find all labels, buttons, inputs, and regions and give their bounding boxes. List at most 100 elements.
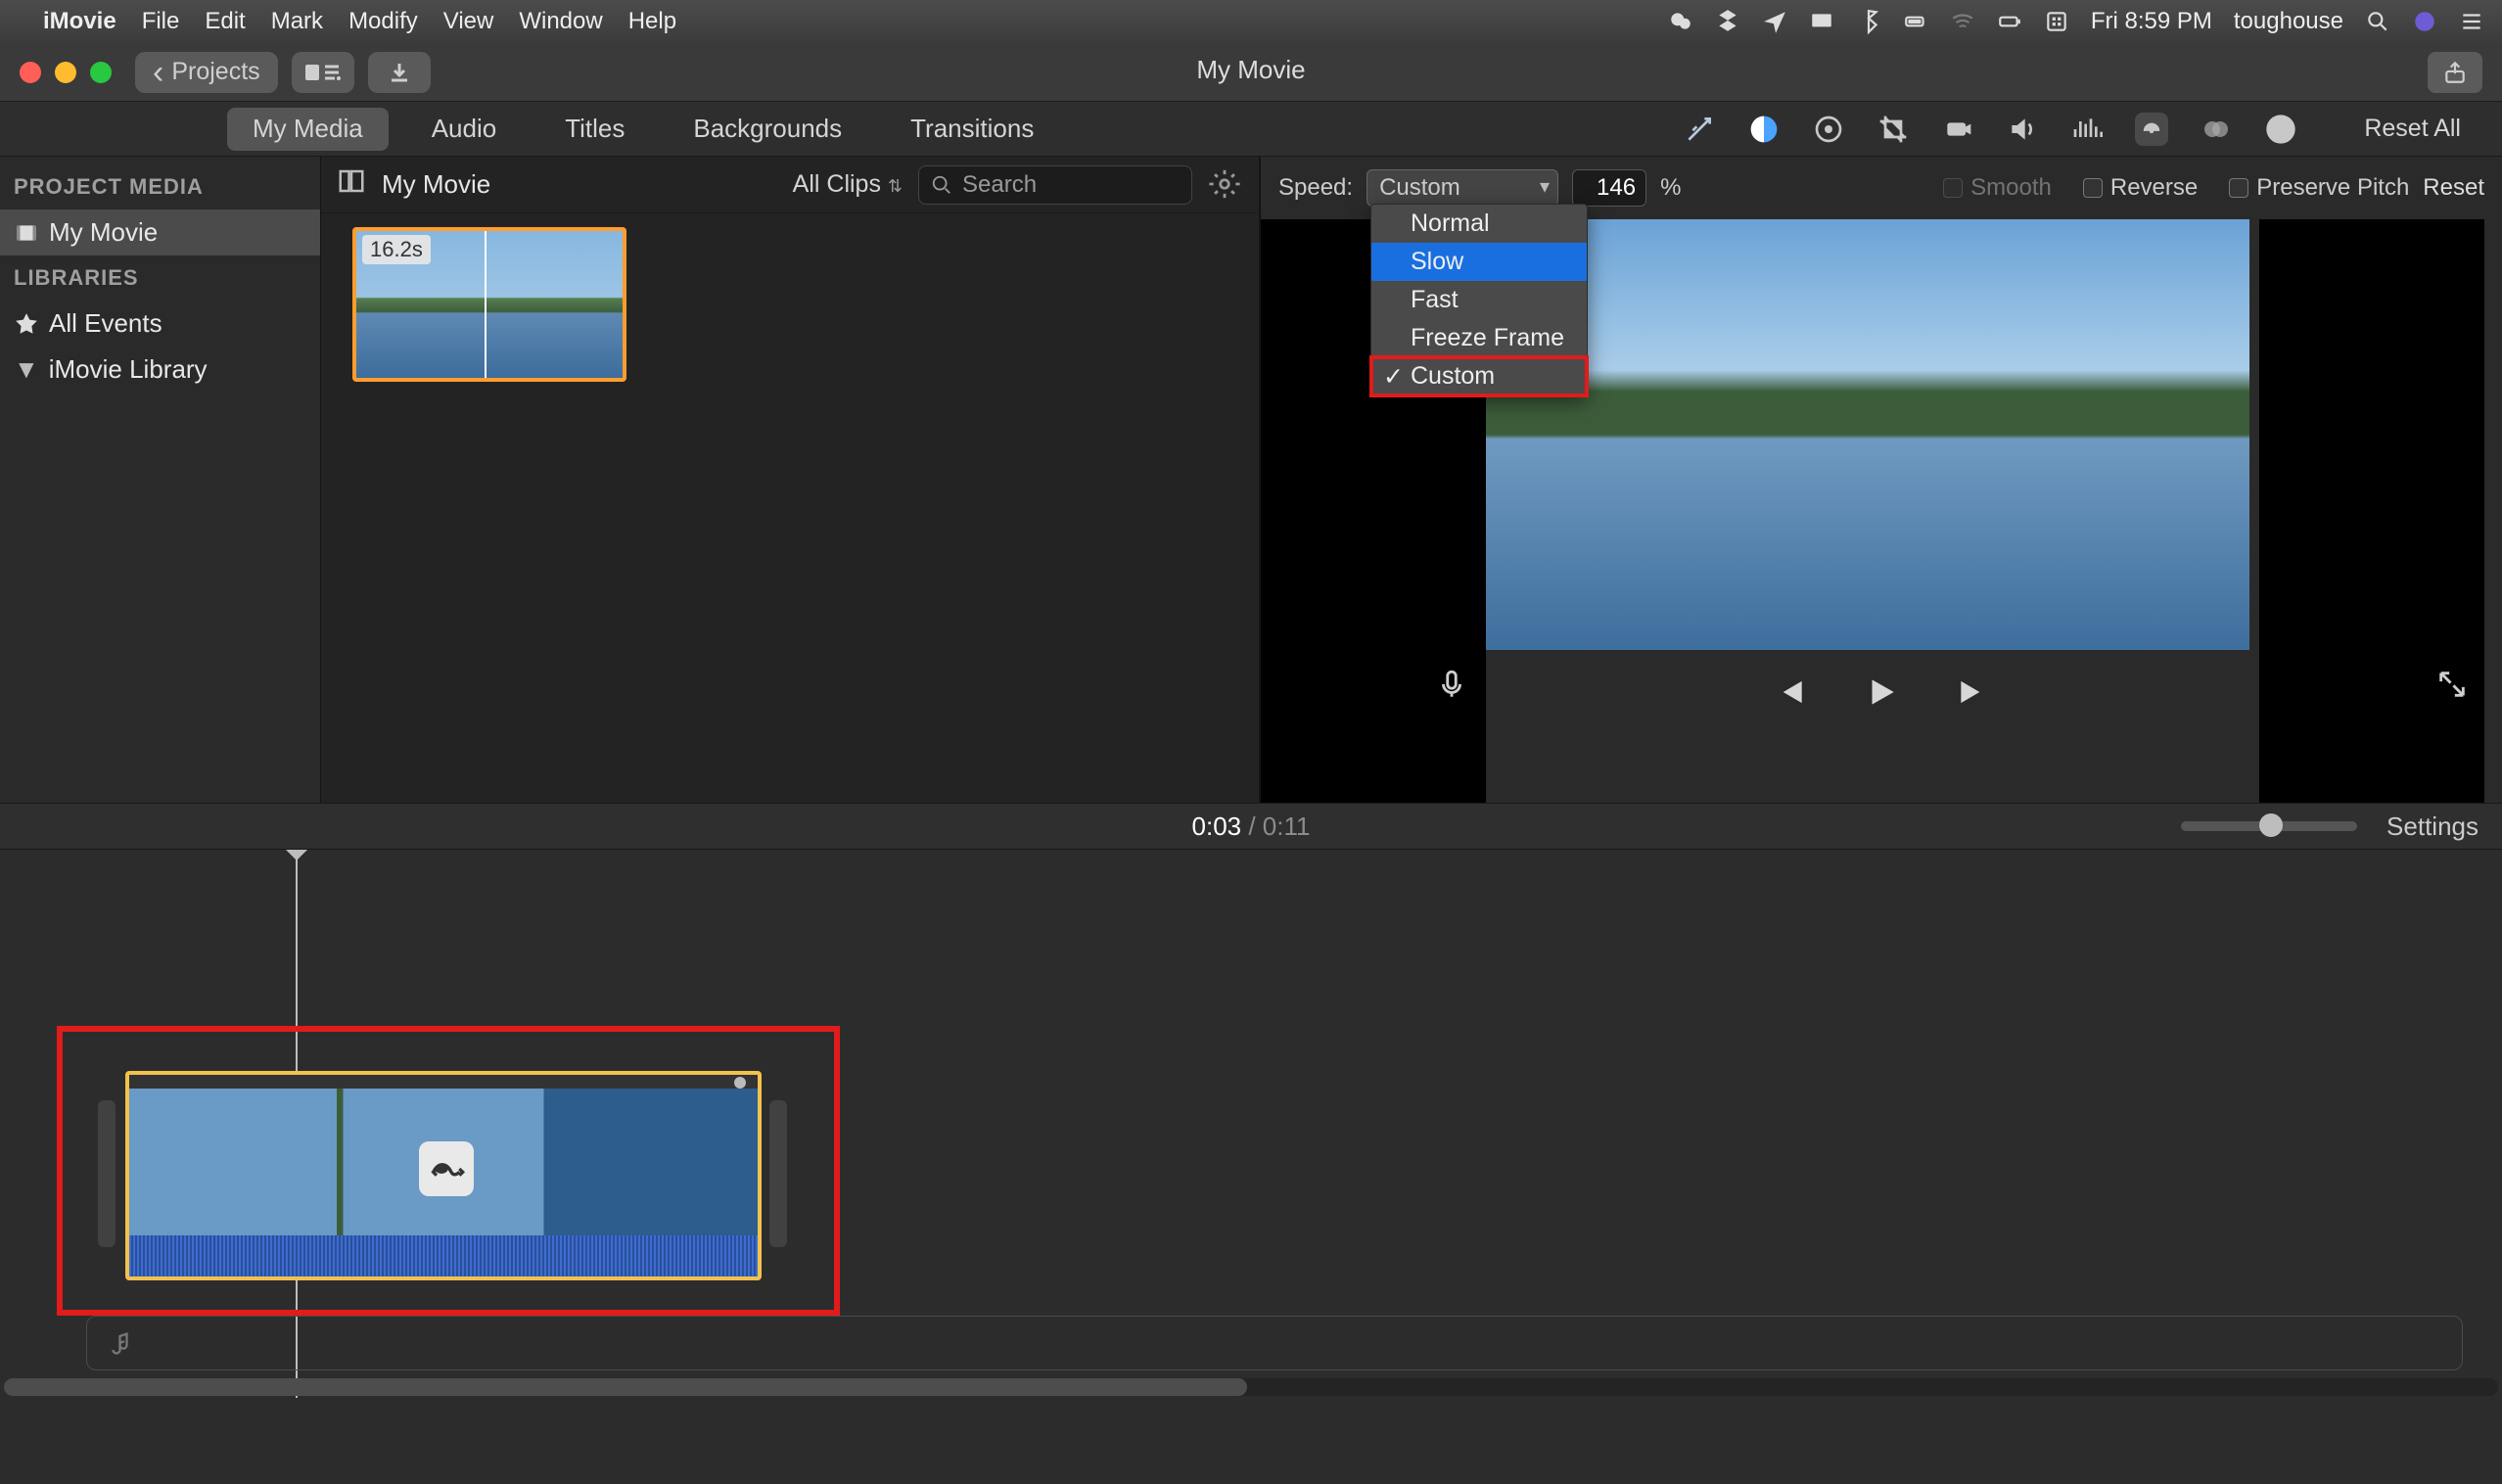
stabilization-icon[interactable] [1941, 113, 1974, 146]
media-browser: My Movie All Clips ⇅ Search 16.2s [321, 157, 1261, 803]
siri-icon[interactable] [2412, 9, 2437, 34]
noise-reduction-icon[interactable] [2070, 113, 2104, 146]
clip-filter-icon[interactable] [2200, 113, 2233, 146]
clip-trim-handle-right[interactable] [769, 1100, 787, 1247]
menu-modify[interactable]: Modify [348, 8, 418, 35]
disclosure-triangle-icon[interactable]: ▼ [14, 354, 39, 385]
browser-settings-icon[interactable] [1208, 167, 1243, 203]
dropbox-icon[interactable] [1715, 9, 1740, 34]
playhead-time: 0:03 / 0:11 [1192, 812, 1311, 842]
go-to-start-button[interactable] [1771, 673, 1808, 718]
speed-option-custom[interactable]: Custom [1371, 357, 1587, 395]
fullscreen-icon[interactable] [2435, 668, 2469, 708]
tab-backgrounds[interactable]: Backgrounds [668, 108, 867, 151]
display-icon[interactable] [1809, 9, 1834, 34]
sidebar: PROJECT MEDIA My Movie LIBRARIES All Eve… [0, 157, 321, 803]
clip-filter-dropdown[interactable]: All Clips ⇅ [793, 170, 903, 199]
search-input[interactable]: Search [918, 165, 1192, 205]
tab-audio[interactable]: Audio [406, 108, 523, 151]
color-balance-icon[interactable] [1747, 113, 1781, 146]
speed-option-freeze-frame[interactable]: Freeze Frame [1371, 319, 1587, 357]
share-button[interactable] [2428, 52, 2482, 93]
play-button[interactable] [1863, 673, 1900, 718]
wechat-icon[interactable] [1668, 9, 1693, 34]
bluetooth-icon[interactable] [1856, 9, 1881, 34]
inspector-icons: Reset All [1683, 113, 2502, 146]
speed-icon[interactable] [2135, 113, 2168, 146]
reset-all-button[interactable]: Reset All [2364, 115, 2461, 143]
smooth-checkbox[interactable]: Smooth [1943, 174, 2052, 202]
search-placeholder: Search [962, 171, 1037, 199]
speed-label: Speed: [1278, 174, 1353, 202]
timeline[interactable] [0, 850, 2502, 1398]
speed-option-slow[interactable]: Slow [1371, 243, 1587, 281]
minimize-window-button[interactable] [55, 62, 76, 83]
auto-enhance-icon[interactable] [1683, 113, 1716, 146]
top-tabs-row: My Media Audio Titles Backgrounds Transi… [0, 102, 2502, 157]
updown-icon: ⇅ [888, 176, 903, 196]
timeline-horizontal-scrollbar[interactable] [4, 1378, 2498, 1396]
menu-mark[interactable]: Mark [271, 8, 323, 35]
sidebar-project-label: My Movie [49, 217, 158, 248]
location-icon[interactable] [1762, 9, 1787, 34]
preview-pane: Speed: Custom 146 % Smooth Reverse Prese… [1261, 157, 2502, 803]
tab-my-media[interactable]: My Media [227, 108, 389, 151]
sidebar-all-events-label: All Events [49, 308, 162, 339]
clip-speed-indicator-icon [734, 1077, 746, 1089]
app-menu[interactable]: iMovie [43, 8, 116, 35]
speed-option-normal[interactable]: Normal [1371, 205, 1587, 243]
timeline-settings-button[interactable]: Settings [2386, 812, 2479, 842]
browser-breadcrumb[interactable]: My Movie [382, 169, 490, 200]
spotlight-icon[interactable] [2365, 9, 2390, 34]
speed-percent-input[interactable]: 146 [1572, 169, 1646, 207]
clock-text[interactable]: Fri 8:59 PM [2091, 8, 2212, 35]
back-to-projects-button[interactable]: Projects [135, 52, 278, 93]
zoom-slider-knob[interactable] [2259, 813, 2283, 837]
sidebar-imovie-library[interactable]: ▼ iMovie Library [0, 347, 320, 393]
speed-option-fast[interactable]: Fast [1371, 281, 1587, 319]
menu-view[interactable]: View [443, 8, 494, 35]
close-window-button[interactable] [20, 62, 41, 83]
speed-dropdown[interactable]: Custom [1367, 169, 1558, 207]
notification-center-icon[interactable] [2459, 9, 2484, 34]
library-view-button[interactable] [292, 52, 354, 93]
macos-menubar: iMovie File Edit Mark Modify View Window… [0, 0, 2502, 43]
percent-suffix: % [1660, 174, 1681, 202]
sidebar-all-events[interactable]: All Events [0, 301, 320, 347]
info-icon[interactable] [2264, 113, 2297, 146]
reset-speed-button[interactable]: Reset [2423, 174, 2484, 202]
clip-speed-badge-icon[interactable] [419, 1141, 474, 1196]
sidebar-project-item[interactable]: My Movie [0, 209, 320, 255]
video-preview[interactable] [1486, 219, 2249, 650]
list-view-toggle-icon[interactable] [337, 166, 366, 203]
timeline-zoom-slider[interactable] [2181, 821, 2357, 831]
clip-trim-handle-left[interactable] [98, 1100, 116, 1247]
audio-waveform[interactable] [129, 1235, 758, 1276]
zoom-window-button[interactable] [90, 62, 112, 83]
window-toolbar: Projects [0, 43, 2502, 102]
sidebar-library-label: iMovie Library [49, 354, 208, 385]
background-audio-well[interactable] [86, 1316, 2463, 1370]
menu-file[interactable]: File [142, 8, 180, 35]
input-source-icon[interactable] [2044, 9, 2069, 34]
crop-icon[interactable] [1876, 113, 1910, 146]
menu-window[interactable]: Window [519, 8, 602, 35]
menu-help[interactable]: Help [628, 8, 676, 35]
media-clip[interactable]: 16.2s [352, 227, 626, 382]
import-button[interactable] [368, 52, 431, 93]
menu-edit[interactable]: Edit [205, 8, 245, 35]
battery2-icon[interactable] [1997, 9, 2022, 34]
scrollbar-thumb[interactable] [4, 1378, 1247, 1396]
user-text[interactable]: toughouse [2234, 8, 2343, 35]
wifi-icon[interactable] [1950, 9, 1975, 34]
libraries-header: LIBRARIES [0, 255, 320, 301]
color-correction-icon[interactable] [1812, 113, 1845, 146]
project-media-header: PROJECT MEDIA [0, 164, 320, 209]
reverse-checkbox[interactable]: Reverse [2083, 174, 2198, 202]
battery-icon[interactable] [1903, 9, 1928, 34]
tab-titles[interactable]: Titles [539, 108, 650, 151]
go-to-end-button[interactable] [1955, 673, 1992, 718]
volume-icon[interactable] [2006, 113, 2039, 146]
tab-transitions[interactable]: Transitions [885, 108, 1059, 151]
preserve-pitch-checkbox[interactable]: Preserve Pitch [2229, 174, 2409, 202]
